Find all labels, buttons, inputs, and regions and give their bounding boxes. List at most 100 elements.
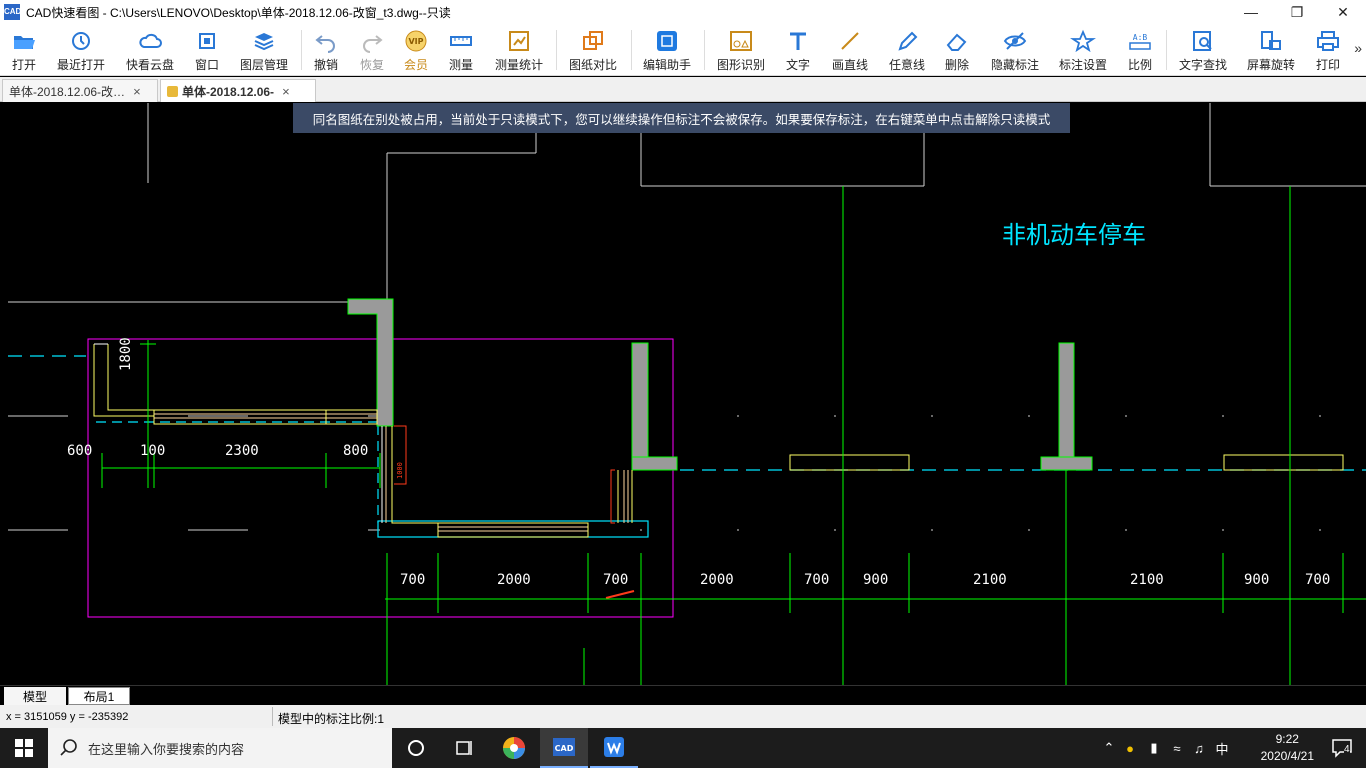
redo-icon bbox=[363, 35, 383, 53]
toolbar-separator bbox=[631, 30, 632, 70]
vip-icon: VIP bbox=[405, 30, 427, 52]
delete-button[interactable]: 删除 bbox=[938, 24, 976, 76]
notification-button[interactable]: 4 bbox=[1318, 728, 1366, 768]
readonly-notice: 同名图纸在别处被占用，当前处于只读模式下，您可以继续操作但标注不会被保存。如果要… bbox=[293, 103, 1070, 133]
status-bar: x = 3151059 y = -235392 模型中的标注比例:1 bbox=[0, 705, 1366, 728]
battery-icon[interactable]: ▮ bbox=[1142, 740, 1166, 756]
dim-bottom: 2100 bbox=[973, 572, 1007, 588]
dim-bottom: 700 bbox=[603, 572, 629, 588]
shape-recognize-button[interactable]: 图形识别 bbox=[712, 24, 770, 76]
close-tab-icon[interactable]: × bbox=[282, 84, 290, 99]
cloud-icon bbox=[139, 33, 162, 48]
line-icon bbox=[841, 32, 859, 50]
minimize-button[interactable]: — bbox=[1228, 0, 1274, 24]
redo-button[interactable]: 恢复 bbox=[354, 24, 390, 76]
undo-button[interactable]: 撤销 bbox=[308, 24, 344, 76]
measure-stats-icon bbox=[509, 31, 529, 51]
browser-taskbar-button[interactable] bbox=[490, 728, 538, 768]
start-button[interactable] bbox=[0, 728, 48, 768]
eraser-icon bbox=[946, 33, 967, 51]
dim-bottom: 2100 bbox=[1130, 572, 1164, 588]
tab-label: 单体-2018.12.06-改… bbox=[9, 84, 126, 99]
wifi-icon[interactable]: ≈ bbox=[1166, 741, 1188, 756]
close-tab-icon[interactable]: × bbox=[133, 84, 141, 99]
measure-button[interactable]: 测量 bbox=[442, 24, 480, 76]
cad-taskbar-button[interactable]: CAD bbox=[540, 728, 588, 768]
tab-document-1[interactable]: 单体-2018.12.06-改… × bbox=[2, 79, 158, 102]
axis-lines bbox=[8, 355, 1366, 538]
drawing-canvas[interactable]: 同名图纸在别处被占用，当前处于只读模式下，您可以继续操作但标注不会被保存。如果要… bbox=[0, 103, 1366, 685]
dimension-lines bbox=[101, 186, 1366, 685]
compare-icon bbox=[583, 31, 603, 50]
notification-count: 4 bbox=[1344, 744, 1350, 755]
qq-tray-icon[interactable]: ● bbox=[1118, 741, 1142, 756]
open-button[interactable]: 打开 bbox=[2, 24, 46, 76]
toolbar-separator bbox=[556, 30, 557, 70]
search-placeholder: 在这里输入你要搜索的内容 bbox=[88, 741, 245, 757]
svg-text:CAD: CAD bbox=[555, 744, 574, 753]
chevron-up-icon[interactable]: ⌃ bbox=[1100, 740, 1118, 756]
edit-assistant-button[interactable]: 编辑助手 bbox=[638, 24, 696, 76]
tab-document-2[interactable]: 单体-2018.12.06- × bbox=[160, 79, 316, 102]
scale-button[interactable]: A:B 比例 bbox=[1122, 24, 1158, 76]
dim-bottom: 700 bbox=[804, 572, 830, 588]
annotation-scale: 模型中的标注比例:1 bbox=[278, 712, 385, 726]
text-button[interactable]: 文字 bbox=[780, 24, 816, 76]
text-search-button[interactable]: 文字查找 bbox=[1174, 24, 1232, 76]
dim-bottom: 900 bbox=[1244, 572, 1270, 588]
restore-button[interactable]: ❐ bbox=[1274, 0, 1320, 24]
task-view-button[interactable] bbox=[440, 728, 488, 768]
shape-recognize-icon bbox=[730, 31, 752, 51]
measure-stats-button[interactable]: 测量统计 bbox=[490, 24, 548, 76]
dim-bottom: 2000 bbox=[497, 572, 531, 588]
print-button[interactable]: 打印 bbox=[1310, 24, 1346, 76]
text-search-icon bbox=[1193, 31, 1212, 51]
ime-indicator[interactable]: 中 bbox=[1210, 739, 1234, 758]
rotate-screen-button[interactable]: 屏幕旋转 bbox=[1242, 24, 1300, 76]
parking-label: 非机动车停车 bbox=[1002, 221, 1146, 249]
compare-button[interactable]: 图纸对比 bbox=[563, 24, 623, 76]
history-icon bbox=[72, 32, 90, 50]
volume-icon[interactable]: ♫ bbox=[1188, 741, 1210, 756]
svg-text:VIP: VIP bbox=[408, 37, 423, 46]
draw-line-button[interactable]: 画直线 bbox=[826, 24, 874, 76]
toolbar-separator bbox=[301, 30, 302, 70]
clock[interactable]: 9:22 2020/4/21 bbox=[1261, 731, 1314, 765]
cad-drawing[interactable] bbox=[0, 103, 1366, 685]
open-folder-icon bbox=[14, 36, 35, 49]
search-icon bbox=[60, 739, 77, 756]
cad-app-icon: CAD bbox=[553, 738, 575, 756]
taskbar-search[interactable]: 在这里输入你要搜索的内容 bbox=[48, 728, 392, 768]
close-button[interactable]: ✕ bbox=[1320, 0, 1366, 24]
annotation-settings-button[interactable]: 标注设置 bbox=[1054, 24, 1112, 76]
dim-100: 100 bbox=[140, 443, 166, 459]
system-tray: ⌃ ● ▮ ≈ ♫ 中 bbox=[1100, 728, 1234, 768]
layer-manager-button[interactable]: 图层管理 bbox=[234, 24, 294, 76]
tab-layout1[interactable]: 布局1 bbox=[68, 687, 130, 705]
eye-hide-icon bbox=[1003, 32, 1027, 50]
dim-bottom: 900 bbox=[863, 572, 889, 588]
toolbar-separator bbox=[704, 30, 705, 70]
cortana-icon bbox=[408, 740, 424, 756]
cortana-button[interactable] bbox=[392, 728, 440, 768]
window-icon bbox=[199, 33, 215, 49]
main-toolbar: 打开 最近打开 快看云盘 窗口 图层管理 撤销 恢复 VIP 会员 测量 测量统… bbox=[0, 24, 1366, 76]
rotate-screen-icon bbox=[1261, 31, 1281, 50]
tab-model[interactable]: 模型 bbox=[4, 687, 66, 705]
title-bar: CAD CAD快速看图 - C:\Users\LENOVO\Desktop\单体… bbox=[0, 0, 1366, 24]
hide-annotation-button[interactable]: 隐藏标注 bbox=[986, 24, 1044, 76]
svg-text:A:B: A:B bbox=[1133, 33, 1148, 42]
wps-taskbar-button[interactable] bbox=[590, 728, 638, 768]
toolbar-more-button[interactable]: » bbox=[1354, 40, 1362, 56]
lock-icon bbox=[167, 85, 178, 97]
recent-button[interactable]: 最近打开 bbox=[50, 24, 112, 76]
dim-bottom: 700 bbox=[400, 572, 426, 588]
window-button[interactable]: 窗口 bbox=[188, 24, 226, 76]
cloud-button[interactable]: 快看云盘 bbox=[120, 24, 180, 76]
app-icon: CAD bbox=[4, 4, 21, 20]
vip-button[interactable]: VIP 会员 bbox=[398, 24, 434, 76]
ruler-icon bbox=[450, 36, 472, 46]
dim-1800: 1800 bbox=[118, 337, 134, 371]
freehand-line-button[interactable]: 任意线 bbox=[884, 24, 930, 76]
cad-viewer-window: CAD CAD快速看图 - C:\Users\LENOVO\Desktop\单体… bbox=[0, 0, 1366, 768]
